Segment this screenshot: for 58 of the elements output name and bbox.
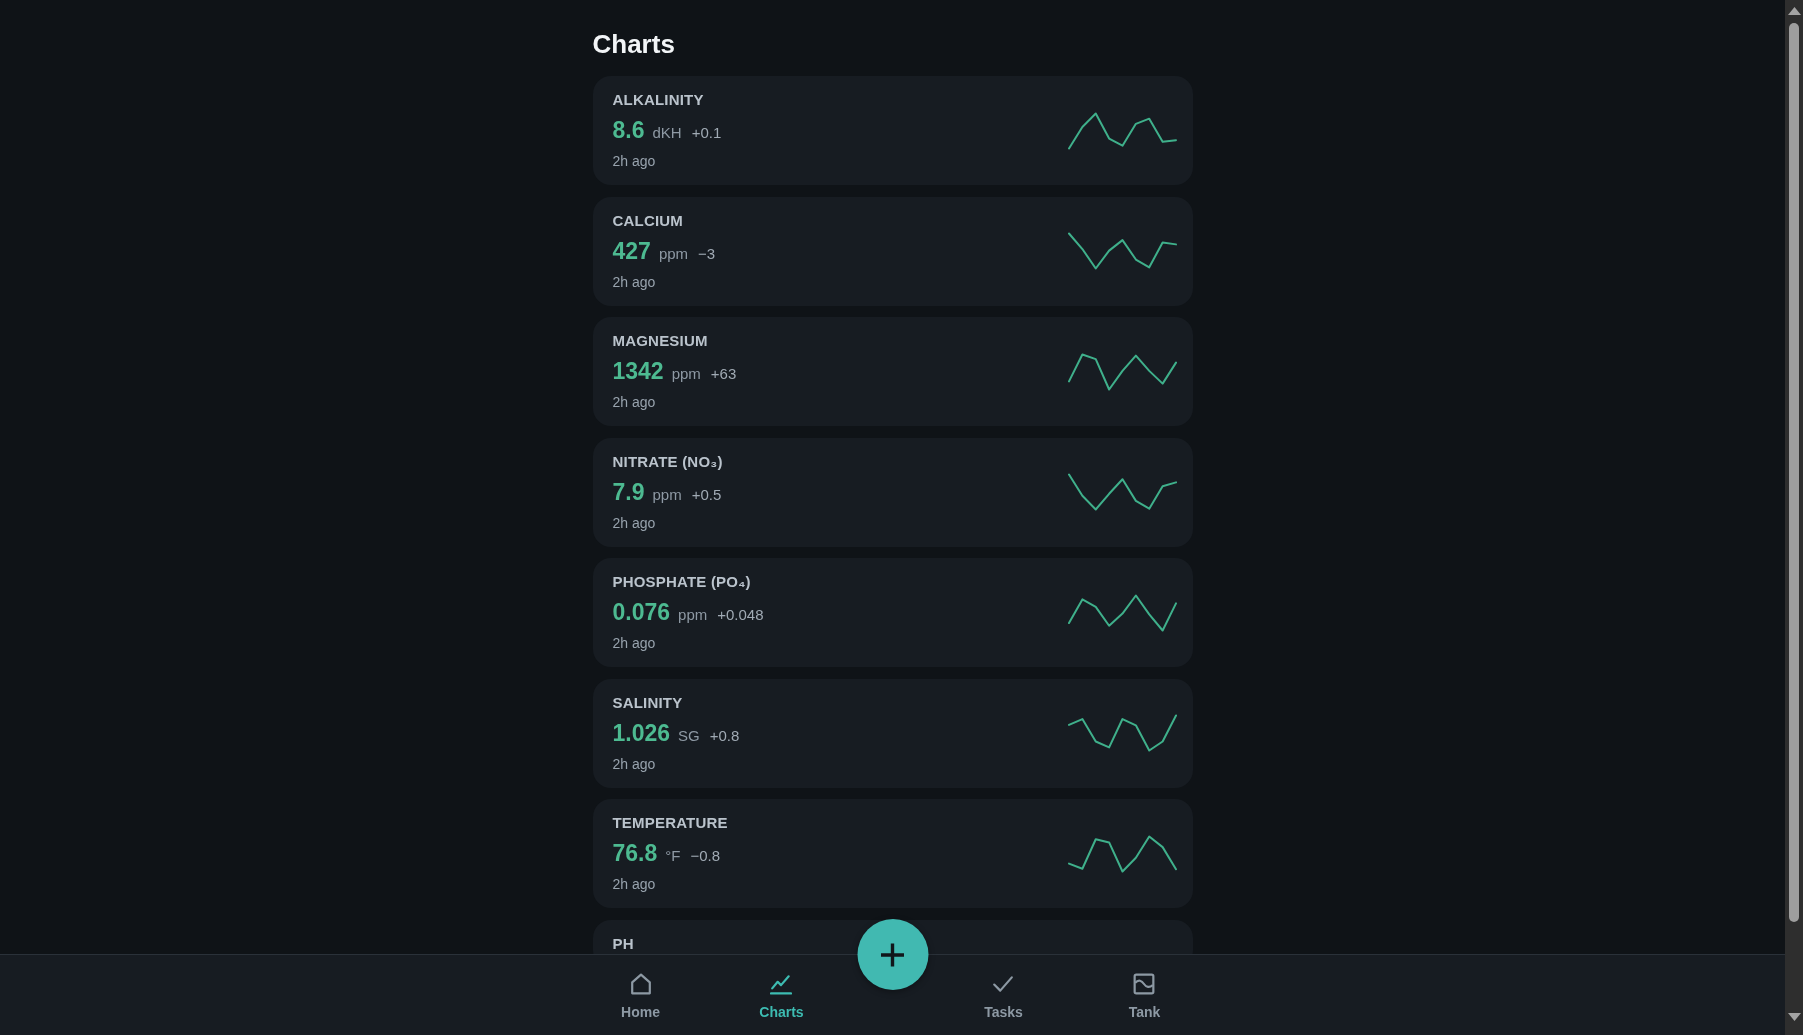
last-updated: 2h ago (612, 754, 657, 773)
up-arrow-icon[interactable] (1787, 7, 1801, 15)
line-chart-icon (770, 973, 793, 995)
metric-label: ALKALINITY (612, 91, 705, 109)
metric-card[interactable]: MAGNESIUM 1342 ppm +63 2h ago (592, 317, 1193, 426)
metric-unit: ppm (678, 605, 708, 625)
metric-unit: ppm (671, 364, 701, 384)
house-icon (629, 973, 652, 995)
scrollbar-thumb[interactable] (1789, 23, 1799, 922)
last-updated: 2h ago (612, 875, 657, 893)
metric-unit: dKH (652, 123, 682, 143)
nav-tab[interactable]: Home (621, 973, 660, 1021)
scrollbar[interactable] (1785, 0, 1803, 1035)
metric-label: TEMPERATURE (612, 814, 728, 832)
last-updated: 2h ago (612, 513, 657, 532)
metric-unit: °F (665, 846, 681, 866)
metric-value: 427 (612, 236, 651, 266)
metric-value: 7.9 (612, 477, 645, 507)
metric-label: PHOSPHATE (PO₄) (612, 573, 752, 591)
metric-value: 1342 (612, 357, 664, 386)
framed-wave-icon (1133, 973, 1156, 995)
nav-tab[interactable]: Tasks (984, 973, 1023, 1021)
metric-change: −0.8 (690, 846, 721, 866)
metric-card[interactable]: CALCIUM 427 ppm −3 2h ago (592, 196, 1193, 306)
last-updated: 2h ago (612, 393, 657, 411)
metric-card[interactable]: ALKALINITY 8.6 dKH +0.1 2h ago (592, 76, 1193, 185)
metric-label: NITRATE (NO₃) (612, 452, 723, 471)
metric-value: 76.8 (612, 839, 658, 868)
metric-change: +63 (710, 364, 737, 384)
metric-change: +0.1 (691, 123, 722, 143)
metric-card[interactable]: PH (592, 919, 1193, 954)
metric-unit: ppm (658, 243, 689, 264)
metric-change: +0.5 (691, 484, 722, 505)
metric-unit: SG (678, 725, 700, 746)
checkmark-icon (992, 973, 1015, 995)
metric-change: −3 (698, 243, 716, 264)
page-title: Charts (592, 28, 676, 60)
last-updated: 2h ago (612, 152, 657, 170)
metric-label: SALINITY (612, 693, 684, 712)
nav-tab[interactable]: Charts (759, 973, 804, 1021)
last-updated: 2h ago (612, 634, 657, 652)
last-updated: 2h ago (612, 272, 657, 291)
down-arrow-icon[interactable] (1787, 1013, 1801, 1021)
metric-value: 0.076 (612, 598, 671, 627)
metric-value: 8.6 (612, 116, 645, 145)
metric-label: PH (612, 934, 634, 953)
metric-label: MAGNESIUM (612, 332, 709, 350)
metric-card[interactable]: NITRATE (NO₃) 7.9 ppm +0.5 2h ago (592, 437, 1193, 547)
metric-card[interactable]: TEMPERATURE 76.8 °F −0.8 2h ago (592, 799, 1193, 908)
metric-label: CALCIUM (612, 211, 685, 230)
metric-change: +0.8 (709, 725, 740, 746)
metric-unit: ppm (652, 484, 682, 505)
metric-change: +0.048 (717, 605, 764, 625)
plus-icon (879, 941, 906, 968)
metric-card[interactable]: PHOSPHATE (PO₄) 0.076 ppm +0.048 2h ago (592, 558, 1193, 667)
metric-value: 1.026 (612, 718, 671, 748)
metric-card[interactable]: SALINITY 1.026 SG +0.8 2h ago (592, 678, 1193, 788)
nav-tab[interactable]: Tank (1128, 973, 1161, 1021)
